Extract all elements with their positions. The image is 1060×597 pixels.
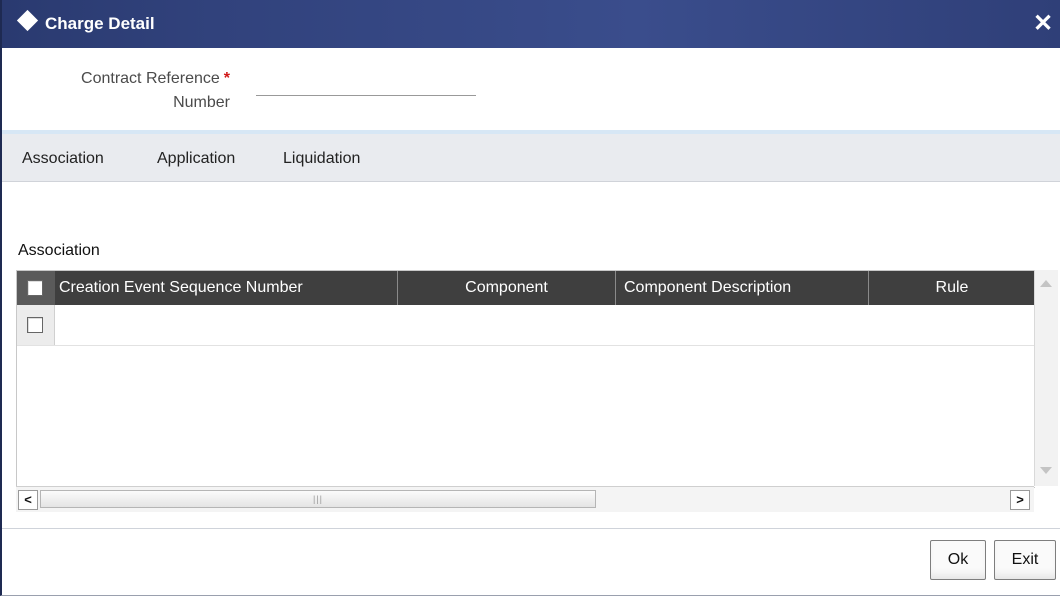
tab-liquidation[interactable]: Liquidation (283, 150, 360, 168)
contract-reference-label: Contract Reference * Number (55, 67, 230, 115)
tab-bar: Association Application Liquidation (2, 130, 1060, 182)
close-icon[interactable]: ✕ (1032, 12, 1054, 36)
scroll-left-icon[interactable]: < (18, 490, 38, 510)
tab-association[interactable]: Association (22, 150, 104, 168)
contract-reference-label-text: Contract Reference (81, 70, 220, 87)
tab-application[interactable]: Application (157, 150, 235, 168)
select-all-cell (17, 271, 55, 305)
grid-header: Creation Event Sequence Number Component… (17, 271, 1035, 305)
col-header-component[interactable]: Component (397, 271, 615, 305)
table-row[interactable] (17, 305, 1035, 346)
col-header-rule[interactable]: Rule (868, 271, 1035, 305)
exit-button[interactable]: Exit (994, 540, 1056, 580)
select-all-checkbox[interactable] (27, 280, 43, 296)
scroll-up-icon[interactable] (1040, 280, 1052, 287)
ok-button[interactable]: Ok (930, 540, 986, 580)
col-header-creation-event-seq[interactable]: Creation Event Sequence Number (55, 271, 397, 305)
section-label-association: Association (18, 242, 100, 259)
horizontal-scroll-thumb[interactable]: ||| (40, 490, 596, 508)
contract-reference-label-line2: Number (173, 94, 230, 111)
window-diamond-icon (16, 9, 39, 32)
row-select-cell (17, 305, 55, 345)
association-grid: Creation Event Sequence Number Component… (16, 270, 1035, 488)
footer-divider (2, 528, 1060, 529)
horizontal-scrollbar[interactable]: < ||| > (16, 486, 1034, 512)
required-asterisk: * (223, 70, 230, 87)
row-checkbox[interactable] (27, 317, 43, 333)
title-bar: Charge Detail ✕ (2, 0, 1060, 48)
scroll-down-icon[interactable] (1040, 467, 1052, 474)
col-header-component-description[interactable]: Component Description (615, 271, 868, 305)
charge-detail-window: Charge Detail ✕ Contract Reference * Numb… (0, 0, 1060, 596)
window-title: Charge Detail (45, 14, 155, 33)
scroll-grip-icon: ||| (313, 494, 324, 504)
contract-reference-number-input[interactable] (256, 71, 476, 96)
scroll-right-icon[interactable]: > (1010, 490, 1030, 510)
vertical-scrollbar[interactable] (1034, 270, 1058, 486)
